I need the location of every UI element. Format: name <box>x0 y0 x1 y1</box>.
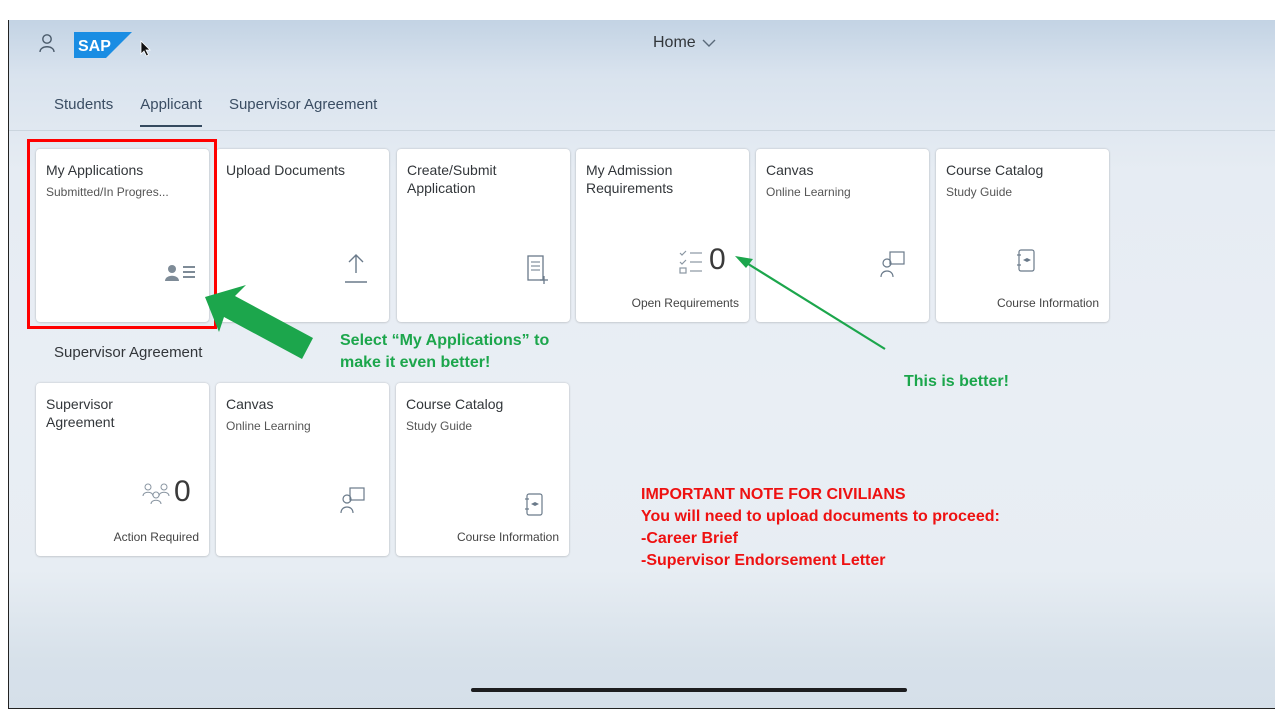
learning-icon <box>880 251 905 278</box>
chevron-down-icon <box>702 39 716 47</box>
mouse-cursor-icon <box>140 40 151 57</box>
home-menu[interactable]: Home <box>653 34 716 52</box>
checklist-icon <box>679 250 702 274</box>
tile-footer: Course Information <box>996 296 1099 310</box>
tile-title: Course Catalog <box>946 162 1044 178</box>
catalog-book-icon <box>525 493 543 516</box>
tile-my-applications[interactable]: My Applications Submitted/In Progres... <box>36 149 209 322</box>
tile-counter: 0 <box>709 243 726 276</box>
learning-icon <box>340 487 365 514</box>
group-icon <box>142 483 170 505</box>
tile-counter: 0 <box>174 475 191 508</box>
home-title: Home <box>653 34 696 51</box>
note-heading: IMPORTANT NOTE FOR CIVILIANS <box>641 486 906 503</box>
launchpad-window: SAP Home Students Applicant Supervisor A… <box>8 20 1275 709</box>
tile-subtitle: Study Guide <box>406 419 473 433</box>
note-item: -Supervisor Endorsement Letter <box>641 552 886 569</box>
tab-supervisor-agreement[interactable]: Supervisor Agreement <box>229 96 377 127</box>
tile-title: Canvas <box>226 396 274 412</box>
tile-title: Course Catalog <box>406 396 504 412</box>
tabs-divider <box>9 130 1275 131</box>
tile-title: Create/Submit Application <box>407 162 497 196</box>
better-callout: This is better! <box>904 373 1009 390</box>
tab-applicant[interactable]: Applicant <box>140 96 202 127</box>
tile-title: My Applications <box>46 162 144 178</box>
tab-students[interactable]: Students <box>54 96 113 127</box>
note-item: -Career Brief <box>641 530 738 547</box>
tile-subtitle: Study Guide <box>946 185 1013 199</box>
horizontal-scrollbar[interactable] <box>471 688 907 692</box>
tile-footer: Course Information <box>456 530 559 544</box>
user-icon[interactable] <box>39 33 55 53</box>
tile-my-admission-requirements[interactable]: My Admission Requirements 0 Open Require… <box>576 149 749 322</box>
tab-bar: Students Applicant Supervisor Agreement <box>54 96 404 127</box>
tile-create-submit-application[interactable]: Create/Submit Application <box>397 149 570 322</box>
select-callout-line2: make it even better! <box>340 354 491 371</box>
important-note: IMPORTANT NOTE FOR CIVILIANS You will ne… <box>641 484 1000 572</box>
tile-title: Supervisor Agreement <box>46 396 115 430</box>
upload-icon <box>345 254 367 283</box>
tile-upload-documents[interactable]: Upload Documents <box>216 149 389 322</box>
tile-title: Upload Documents <box>226 162 346 178</box>
tile-subtitle: Submitted/In Progres... <box>46 185 169 199</box>
note-line: You will need to upload documents to pro… <box>641 508 1000 525</box>
form-icon <box>527 255 548 284</box>
catalog-book-icon <box>1017 249 1035 272</box>
applicant-icon <box>165 265 195 281</box>
select-callout: Select “My Applications” to make it even… <box>340 330 549 374</box>
tile-footer: Open Requirements <box>631 296 739 310</box>
tile-subtitle: Online Learning <box>226 419 311 433</box>
tile-canvas[interactable]: Canvas Online Learning <box>756 149 929 322</box>
tile-subtitle: Online Learning <box>766 185 851 199</box>
section-title: Supervisor Agreement <box>54 344 203 361</box>
tile-title: My Admission Requirements <box>586 162 674 196</box>
select-callout-line1: Select “My Applications” to <box>340 332 550 349</box>
tile-supervisor-agreement[interactable]: Supervisor Agreement 0 Action Required <box>36 383 209 556</box>
tile-title: Canvas <box>766 162 814 178</box>
sap-logo-text: SAP <box>78 38 111 55</box>
tile-course-catalog[interactable]: Course Catalog Study Guide Course Inform… <box>396 383 569 556</box>
sap-logo[interactable]: SAP <box>74 32 132 58</box>
tile-footer: Action Required <box>113 530 199 544</box>
tile-canvas[interactable]: Canvas Online Learning <box>216 383 389 556</box>
shell-bar: SAP Home <box>9 20 1275 68</box>
tile-course-catalog[interactable]: Course Catalog Study Guide Course Inform… <box>936 149 1109 322</box>
